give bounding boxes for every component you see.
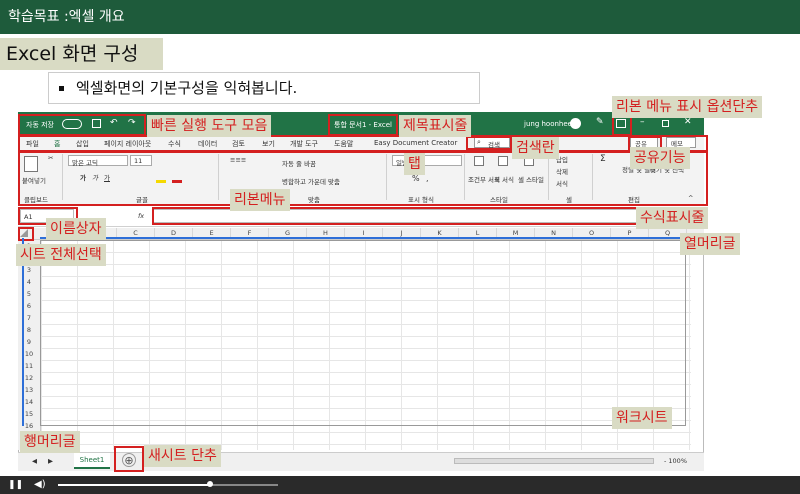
- maximize-icon[interactable]: [662, 120, 669, 127]
- prev-sheet-icon[interactable]: ◀: [32, 457, 37, 465]
- slide-bullet: 엑셀화면의 기본구성을 익혀봅니다.: [48, 72, 480, 104]
- label-row-header: 행머리글: [20, 431, 80, 453]
- tabs-highlight: [18, 135, 708, 152]
- close-icon[interactable]: ✕: [684, 117, 692, 127]
- pen-icon[interactable]: ✎: [596, 117, 604, 127]
- new-sheet-highlight: [114, 446, 144, 472]
- label-worksheet: 워크시트: [612, 407, 672, 429]
- user-name: jung hoonhee: [524, 120, 572, 128]
- bullet-text: 엑셀화면의 기본구성을 익혀봅니다.: [76, 79, 298, 97]
- label-select-all: 시트 전체선택: [16, 244, 106, 266]
- progress-handle[interactable]: [206, 481, 213, 487]
- function-icon[interactable]: fx: [138, 212, 144, 220]
- label-ribbon-options: 리본 메뉴 표시 옵션단추: [612, 96, 763, 118]
- volume-icon[interactable]: ◀): [34, 479, 46, 490]
- bullet-dot: [59, 86, 64, 91]
- label-formula-bar: 수식표시줄: [636, 207, 709, 229]
- lesson-header: 학습목표 :엑셀 개요: [0, 0, 800, 34]
- ribbon-highlight: [18, 151, 708, 206]
- avatar[interactable]: [570, 118, 581, 129]
- minimize-icon[interactable]: –: [640, 117, 645, 127]
- horizontal-scrollbar[interactable]: [454, 458, 654, 464]
- label-column-header: 열머리글: [680, 233, 740, 255]
- label-tab: 탭: [404, 153, 425, 175]
- title-bar-highlight: [328, 114, 398, 136]
- next-sheet-icon[interactable]: ▶: [48, 457, 53, 465]
- pause-icon[interactable]: ❚❚: [8, 480, 23, 490]
- label-title-bar: 제목표시줄: [399, 115, 472, 137]
- label-share: 공유기능: [630, 147, 690, 169]
- progress-fill: [58, 484, 210, 486]
- column-header-marker: [40, 237, 680, 239]
- zoom-control[interactable]: - 100%: [664, 457, 687, 465]
- label-quick-access: 빠른 실행 도구 모음: [147, 115, 272, 137]
- label-search: 검색란: [512, 137, 559, 159]
- formula-bar-highlight: [152, 207, 640, 225]
- quick-access-highlight: [18, 114, 146, 136]
- label-new-sheet: 새시트 단추: [144, 445, 221, 467]
- label-name-box: 이름상자: [46, 218, 106, 240]
- worksheet-outline: [40, 240, 686, 426]
- label-ribbon-menu: 리본메뉴: [230, 189, 290, 211]
- sheet-tab-sheet1[interactable]: Sheet1: [74, 453, 110, 469]
- slide-title: Excel 화면 구성: [0, 38, 163, 70]
- row-header-marker: [22, 238, 24, 426]
- select-all-highlight: [18, 227, 34, 241]
